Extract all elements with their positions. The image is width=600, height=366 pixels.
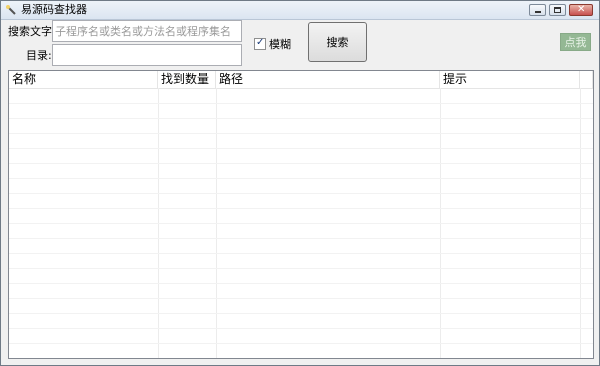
- grid-row-line: [9, 223, 593, 224]
- search-button[interactable]: 搜索: [308, 22, 367, 62]
- column-header-path[interactable]: 路径: [216, 71, 440, 88]
- fuzzy-label: 模糊: [269, 38, 291, 51]
- grid-row-line: [9, 148, 593, 149]
- maximize-icon: [554, 7, 561, 13]
- grid-row-line: [9, 103, 593, 104]
- grid-row-line: [9, 283, 593, 284]
- checkmark-icon: ✓: [256, 37, 265, 48]
- search-text-label: 搜索文字:: [8, 25, 56, 38]
- column-header-tip[interactable]: 提示: [440, 71, 580, 88]
- grid-row-line: [9, 133, 593, 134]
- grid-row-line: [9, 298, 593, 299]
- minimize-button[interactable]: [529, 4, 546, 16]
- grid-row-line: [9, 253, 593, 254]
- fuzzy-checkbox[interactable]: ✓: [254, 37, 266, 50]
- grid-row-line: [9, 343, 593, 344]
- column-header-count[interactable]: 找到数量: [158, 71, 216, 88]
- grid-row-line: [9, 358, 593, 359]
- window-title: 易源码查找器: [21, 3, 87, 16]
- column-header-name[interactable]: 名称: [9, 71, 158, 88]
- directory-label: 目录:: [26, 49, 52, 62]
- grid-row-line: [9, 118, 593, 119]
- column-header-extra[interactable]: [580, 71, 593, 88]
- search-input[interactable]: [52, 20, 242, 42]
- title-bar[interactable]: 易源码查找器 ✕: [1, 1, 599, 20]
- close-icon: ✕: [577, 4, 586, 15]
- grid-row-line: [9, 193, 593, 194]
- app-window: 易源码查找器 ✕ 搜索文字: 目录: ✓ 模糊 搜索 点我 名称 找到数量 路径…: [0, 0, 600, 366]
- results-list[interactable]: 名称 找到数量 路径 提示: [8, 70, 594, 359]
- grid-row-line: [9, 238, 593, 239]
- maximize-button[interactable]: [549, 4, 566, 16]
- close-button[interactable]: ✕: [569, 4, 593, 16]
- search-wand-icon: [6, 5, 16, 15]
- results-header: 名称 找到数量 路径 提示: [9, 71, 593, 89]
- click-me-button[interactable]: 点我: [560, 33, 591, 51]
- grid-row-line: [9, 208, 593, 209]
- grid-row-line: [9, 178, 593, 179]
- grid-row-line: [9, 328, 593, 329]
- minimize-icon: [535, 11, 541, 13]
- grid-row-line: [9, 268, 593, 269]
- grid-row-line: [9, 163, 593, 164]
- grid-row-line: [9, 313, 593, 314]
- directory-input[interactable]: [52, 44, 242, 66]
